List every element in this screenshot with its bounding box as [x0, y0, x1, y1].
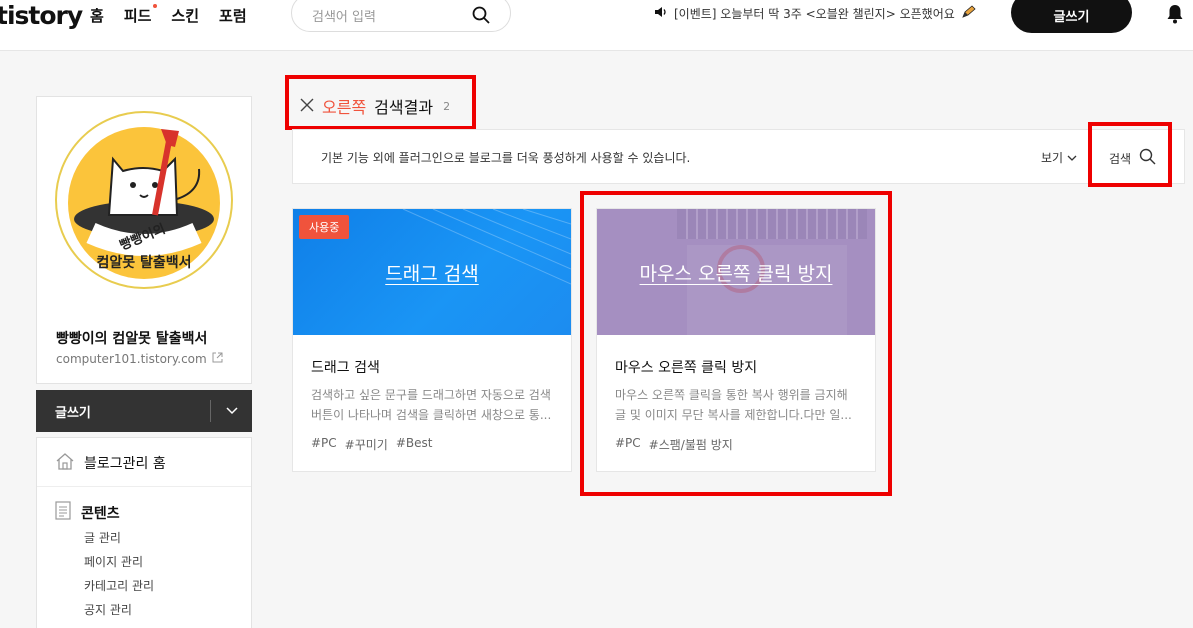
- svg-text:컴알못 탈출백서: 컴알못 탈출백서: [96, 254, 191, 271]
- speaker-icon: [654, 6, 668, 21]
- event-notice[interactable]: [이벤트] 오늘부터 딱 3주 <오블완 챌린지> 오픈했어요: [654, 5, 977, 22]
- search-icon[interactable]: [472, 6, 490, 28]
- write-button-label: 글쓰기: [1053, 10, 1090, 25]
- nav-item-feed[interactable]: 피드: [123, 4, 158, 26]
- plugin-desc: 검색하고 싶은 문구를 드래그하면 자동으로 검색 버튼이 나타나며 검색을 클…: [311, 388, 552, 422]
- sidebar-item-pages[interactable]: 페이지 관리: [84, 553, 143, 570]
- chevron-down-icon: [1067, 151, 1077, 165]
- view-dropdown[interactable]: 보기: [1041, 149, 1077, 166]
- divider: [37, 486, 251, 487]
- sidebar-group-contents[interactable]: 콘텐츠: [55, 501, 120, 524]
- plugin-card-drag-search[interactable]: 사용중 드래그 검색 드래그 검색 검색하고 싶은 문구를 드래그하면 자동으로…: [292, 208, 572, 472]
- external-link-icon: [212, 352, 223, 366]
- bell-icon[interactable]: [1166, 4, 1184, 28]
- highlight-box-search-button: [1088, 122, 1172, 187]
- top-bar: tistory 홈 피드 스킨 포럼 검색어 입력 [이벤트] 오늘부터 딱 3…: [0, 0, 1193, 51]
- blog-url-text: computer101.tistory.com: [56, 352, 207, 366]
- tag[interactable]: #Best: [396, 436, 433, 453]
- logo-text: tistory: [0, 1, 83, 30]
- notice-text: [이벤트] 오늘부터 딱 3주 <오블완 챌린지> 오픈했어요: [674, 7, 955, 21]
- sidebar-item-home[interactable]: 블로그관리 홈: [55, 452, 166, 474]
- blog-badge-image: 빵빵이의 컴알못 탈출백서: [51, 107, 237, 293]
- thumbnail-title: 드래그 검색: [385, 263, 479, 285]
- tag[interactable]: #PC: [311, 436, 337, 453]
- pencil-icon: [961, 5, 977, 22]
- nav-item-feed-label: 피드: [123, 7, 152, 25]
- nav-item-home[interactable]: 홈: [90, 5, 104, 26]
- sidebar-menu: 블로그관리 홈 콘텐츠 글 관리 페이지 관리 카테고리 관리 공지 관리: [36, 437, 252, 628]
- home-icon: [55, 452, 75, 474]
- logo[interactable]: tistory: [0, 1, 83, 30]
- blog-url-link[interactable]: computer101.tistory.com: [56, 352, 223, 366]
- sidebar-item-home-label: 블로그관리 홈: [84, 456, 166, 472]
- sidebar-item-posts[interactable]: 글 관리: [84, 529, 121, 546]
- plugin-tags: #PC #꾸미기 #Best: [311, 436, 433, 453]
- new-dot-icon: [153, 4, 158, 8]
- view-dropdown-label: 보기: [1041, 151, 1064, 165]
- write-button[interactable]: 글쓰기: [1011, 0, 1132, 33]
- sidebar-write-bar: 글쓰기: [36, 390, 252, 432]
- document-icon: [55, 501, 71, 524]
- nav-item-skin[interactable]: 스킨: [171, 5, 199, 26]
- highlight-box-result-header: [285, 75, 476, 130]
- main-nav: 홈 피드 스킨 포럼: [90, 4, 247, 26]
- blog-name[interactable]: 빵빵이의 컴알못 탈출백서: [56, 328, 207, 348]
- profile-card: 빵빵이의 컴알못 탈출백서 빵빵이의 컴알못 탈출백서 computer101.…: [36, 96, 252, 384]
- sidebar-item-notices[interactable]: 공지 관리: [84, 601, 132, 618]
- plugin-toolbar: 기본 기능 외에 플러그인으로 블로그를 더욱 풍성하게 사용할 수 있습니다.…: [292, 129, 1185, 184]
- search-input[interactable]: 검색어 입력: [291, 0, 511, 32]
- highlight-box-card: [580, 191, 892, 496]
- tag[interactable]: #꾸미기: [345, 436, 388, 453]
- sidebar-write-button[interactable]: 글쓰기: [55, 402, 210, 421]
- plugin-thumbnail: 사용중 드래그 검색: [293, 209, 571, 335]
- chevron-down-icon[interactable]: [211, 407, 252, 415]
- plugin-title: 드래그 검색: [311, 360, 380, 376]
- sidebar-item-categories[interactable]: 카테고리 관리: [84, 577, 154, 594]
- nav-item-forum[interactable]: 포럼: [219, 5, 247, 26]
- sidebar-group-contents-label: 콘텐츠: [81, 505, 120, 522]
- search-placeholder: 검색어 입력: [312, 10, 376, 25]
- plugin-description: 기본 기능 외에 플러그인으로 블로그를 더욱 풍성하게 사용할 수 있습니다.: [321, 151, 691, 165]
- in-use-badge: 사용중: [299, 215, 350, 239]
